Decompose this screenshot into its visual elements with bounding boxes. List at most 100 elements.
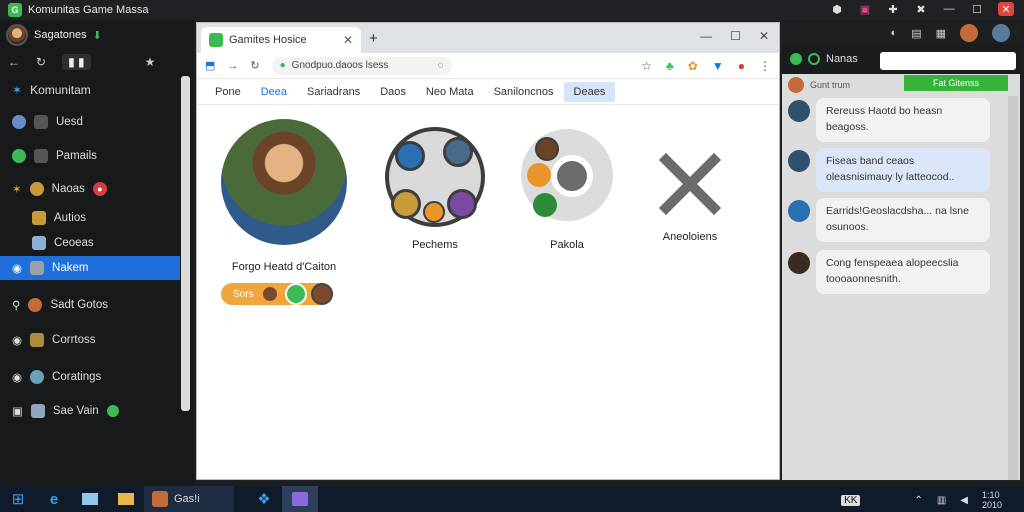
- section-title: ✶ Komunitam: [12, 83, 91, 97]
- extension-icon[interactable]: ♣: [666, 59, 674, 73]
- app-icon: G: [8, 3, 22, 17]
- online-badge: [106, 405, 119, 417]
- close-icon[interactable]: ✕: [998, 2, 1014, 16]
- extension-icon[interactable]: ✿: [688, 59, 698, 73]
- forward-icon[interactable]: →: [227, 60, 238, 72]
- avatar: [533, 193, 557, 217]
- sidebar-tab[interactable]: ▮ ▮: [62, 54, 91, 70]
- start-icon[interactable]: ⊞: [0, 486, 36, 512]
- avatar[interactable]: [992, 24, 1010, 42]
- bookmark-icon[interactable]: ⬒: [205, 59, 215, 72]
- close-x-icon: [645, 139, 735, 229]
- minimize-icon[interactable]: —: [942, 2, 956, 16]
- users-icon: [12, 115, 26, 129]
- extension-icon[interactable]: ▼: [712, 59, 724, 73]
- game-card[interactable]: Forgo Heatd d'Caiton: [219, 119, 349, 273]
- close-icon[interactable]: ✕: [759, 29, 769, 43]
- chat-message: Fiseas band ceaos oleasnisimauy ly latte…: [816, 148, 990, 192]
- menu-item[interactable]: Saniloncnos: [484, 82, 564, 102]
- menu-item[interactable]: Sariadrans: [297, 82, 370, 102]
- tab-strip: Gamites Hosice ✕ + — ☐ ✕: [197, 23, 779, 53]
- address-bar[interactable]: ● Gnodpuo.daoos lsess ◌: [271, 56, 452, 75]
- chat-app-icon[interactable]: ❖: [246, 486, 282, 512]
- sidebar-scrollbar[interactable]: [181, 76, 190, 411]
- sidebar-item-users[interactable]: Uesd: [0, 110, 180, 134]
- sidebar-nav: ← ↻ ▮ ▮ ★: [8, 54, 155, 70]
- back-icon[interactable]: ←: [8, 55, 20, 69]
- sidebar-item-contests[interactable]: ◉ Corrtoss: [0, 328, 180, 352]
- tools-icon[interactable]: ✖: [914, 2, 928, 16]
- game-card[interactable]: Pakola: [519, 129, 615, 251]
- avatar-icon: [29, 182, 44, 196]
- chat-search-input[interactable]: [880, 52, 1016, 70]
- media-icon[interactable]: ▣: [858, 2, 872, 16]
- game-cover-image: [221, 119, 347, 245]
- gear-icon[interactable]: ⬢: [830, 2, 844, 16]
- avatar: [551, 155, 593, 197]
- menu-item[interactable]: Pone: [205, 82, 251, 102]
- chevron-up-icon[interactable]: ⌃: [914, 495, 922, 506]
- sidebar-item-saved[interactable]: ⚲ Sadt Gotos: [0, 293, 180, 317]
- chat-action-button[interactable]: Fat Gitenss: [904, 75, 1008, 91]
- folder-icon[interactable]: [72, 486, 108, 512]
- sidebar-item-audios[interactable]: Autios: [0, 206, 180, 230]
- chat-scrollbar[interactable]: [1008, 96, 1018, 480]
- maximize-icon[interactable]: ☐: [970, 2, 984, 16]
- chat-title: Nanas: [826, 53, 858, 65]
- community-app-icon[interactable]: [282, 486, 318, 512]
- network-icon[interactable]: ▥: [937, 495, 946, 506]
- minimize-icon[interactable]: —: [700, 29, 712, 43]
- cart-icon[interactable]: ▦: [936, 27, 946, 40]
- chat-message: Earrids!Geoslacdsha... na lsne osunoos.: [816, 198, 990, 242]
- sidebar-item-save[interactable]: ▣ Sae Vain: [0, 399, 180, 423]
- sidebar-item-groups[interactable]: Ceoeas: [0, 231, 180, 255]
- square-icon: [34, 149, 48, 163]
- star-group-icon: ✶: [12, 184, 22, 196]
- square-icon: [34, 115, 48, 129]
- site-menu: Pone Deea Sariadrans Daos Neo Mata Sanil…: [197, 79, 779, 105]
- close-tab-icon[interactable]: ✕: [343, 33, 353, 47]
- avatar: [788, 150, 810, 172]
- avatar: [788, 100, 810, 122]
- menu-icon[interactable]: ⋮: [759, 59, 771, 73]
- extension-icon[interactable]: ●: [738, 59, 745, 73]
- refresh-icon[interactable]: [285, 283, 307, 305]
- game-card[interactable]: Aneoloiens: [645, 139, 735, 243]
- avatar: [788, 77, 804, 93]
- sidebar-item-emails[interactable]: Pamails: [0, 144, 180, 168]
- menu-item-active[interactable]: Deea: [251, 82, 297, 102]
- ie-icon[interactable]: e: [36, 486, 72, 512]
- avatar: [423, 201, 445, 223]
- sidebar-item-ratings[interactable]: ◉ Coratings: [0, 365, 180, 389]
- reload-icon[interactable]: ↻: [250, 59, 259, 72]
- info-icon[interactable]: ◌: [438, 60, 444, 71]
- taskbar-app[interactable]: Gas!i: [144, 486, 234, 512]
- star-icon[interactable]: ☆: [641, 59, 652, 73]
- maximize-icon[interactable]: ☐: [730, 29, 741, 43]
- puzzle-icon[interactable]: ✚: [886, 2, 900, 16]
- user-profile[interactable]: Sagatones ⬇: [6, 24, 102, 46]
- list-icon[interactable]: ▤: [911, 27, 921, 40]
- sidebar-item-news[interactable]: ✶ Naoas ●: [0, 177, 180, 201]
- clock[interactable]: 1:10 2010: [982, 490, 1016, 511]
- keyboard-indicator[interactable]: KK: [841, 495, 861, 507]
- menu-item[interactable]: Neo Mata: [416, 82, 484, 102]
- chat-user: Gunt trum: [788, 77, 850, 93]
- left-sidebar: Sagatones ⬇ ← ↻ ▮ ▮ ★ ✶ Komunitam Uesd P…: [0, 20, 194, 486]
- sidebar-item-active[interactable]: ◉ Nakem: [0, 256, 180, 280]
- lock-icon: ●: [279, 60, 286, 71]
- new-tab-button[interactable]: +: [369, 30, 378, 47]
- reload-icon[interactable]: ↻: [36, 55, 46, 69]
- browser-tab[interactable]: Gamites Hosice ✕: [201, 27, 361, 53]
- app-avatar-icon: [152, 491, 168, 507]
- browser-window: Gamites Hosice ✕ + — ☐ ✕ ⬒ → ↻ ● Gnodpuo…: [196, 22, 780, 480]
- avatar: [788, 252, 810, 274]
- star-icon[interactable]: ★: [145, 55, 156, 69]
- files-icon[interactable]: [108, 486, 144, 512]
- avatar[interactable]: [960, 24, 978, 42]
- game-card[interactable]: Pechems: [383, 127, 487, 251]
- volume-icon[interactable]: ◀: [960, 495, 968, 506]
- menu-item[interactable]: Daos: [370, 82, 416, 102]
- settings-icon[interactable]: ◐: [891, 27, 898, 39]
- menu-item-highlight[interactable]: Deaes: [563, 81, 616, 102]
